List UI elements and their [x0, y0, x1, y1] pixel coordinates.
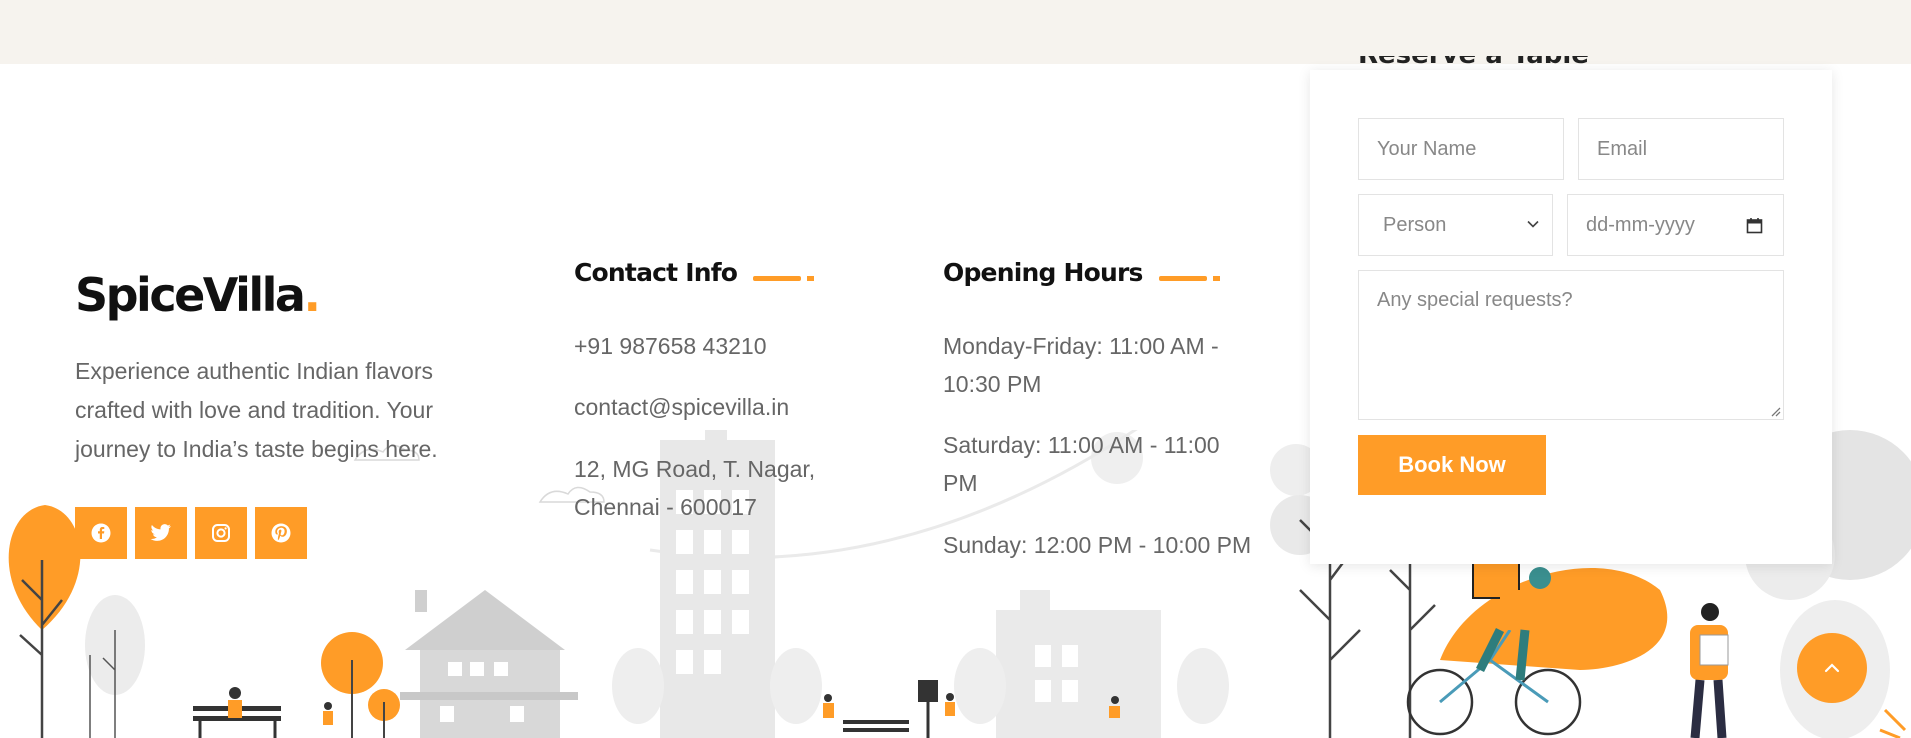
contact-address-line-1: 12, MG Road, T. Nagar,	[574, 456, 816, 482]
chevron-up-icon	[1824, 663, 1840, 673]
reservation-title: Reserve a Table	[1358, 56, 1589, 68]
reservation-title-clip: Reserve a Table	[1358, 56, 1589, 70]
social-links	[75, 507, 307, 559]
email-input[interactable]: Email	[1578, 118, 1784, 180]
facebook-button[interactable]	[75, 507, 127, 559]
name-input[interactable]: Your Name	[1358, 118, 1564, 180]
pinterest-button[interactable]	[255, 507, 307, 559]
contact-phone[interactable]: +91 987658 43210	[574, 327, 767, 365]
hours-weekday-line-2: 10:30 PM	[943, 371, 1042, 397]
hours-sunday: Sunday: 12:00 PM - 10:00 PM	[943, 532, 1252, 558]
facebook-icon	[91, 523, 111, 543]
person-select[interactable]: Person	[1358, 194, 1553, 256]
pinterest-icon	[271, 523, 291, 543]
twitter-button[interactable]	[135, 507, 187, 559]
contact-info-heading: Contact Info	[574, 258, 815, 289]
chevron-down-icon	[1527, 220, 1539, 228]
hours-weekday-line-1: Monday-Friday: 11:00 AM -	[943, 333, 1219, 359]
contact-address-line-2: Chennai - 600017	[574, 494, 757, 520]
instagram-icon	[212, 524, 230, 542]
heading-accent-bar	[753, 258, 815, 287]
date-placeholder: dd-mm-yyyy	[1586, 213, 1695, 236]
hours-saturday-line-2: PM	[943, 470, 978, 496]
special-requests-placeholder: Any special requests?	[1377, 289, 1573, 311]
instagram-button[interactable]	[195, 507, 247, 559]
calendar-icon[interactable]	[1746, 217, 1763, 234]
heading-accent-bar	[1158, 258, 1220, 287]
hours-saturday-line-1: Saturday: 11:00 AM - 11:00	[943, 432, 1220, 458]
twitter-icon	[150, 524, 171, 541]
scroll-to-top-button[interactable]	[1797, 633, 1867, 703]
about-text: Experience authentic Indian flavors craf…	[75, 358, 438, 462]
date-input[interactable]: dd-mm-yyyy	[1567, 194, 1784, 256]
book-now-button[interactable]: Book Now	[1358, 435, 1546, 495]
contact-email[interactable]: contact@spicevilla.in	[574, 388, 789, 426]
brand-logo[interactable]: SpiceVilla.	[75, 268, 321, 322]
special-requests-textarea[interactable]: Any special requests?	[1358, 270, 1784, 420]
resize-handle-icon[interactable]	[1769, 405, 1781, 417]
opening-hours-heading: Opening Hours	[943, 258, 1220, 289]
person-select-value: Person	[1383, 213, 1447, 236]
name-placeholder: Your Name	[1377, 137, 1477, 160]
email-placeholder: Email	[1597, 137, 1648, 160]
reservation-form-card: Reserve a Table Your Name Email Person d…	[1310, 56, 1832, 564]
